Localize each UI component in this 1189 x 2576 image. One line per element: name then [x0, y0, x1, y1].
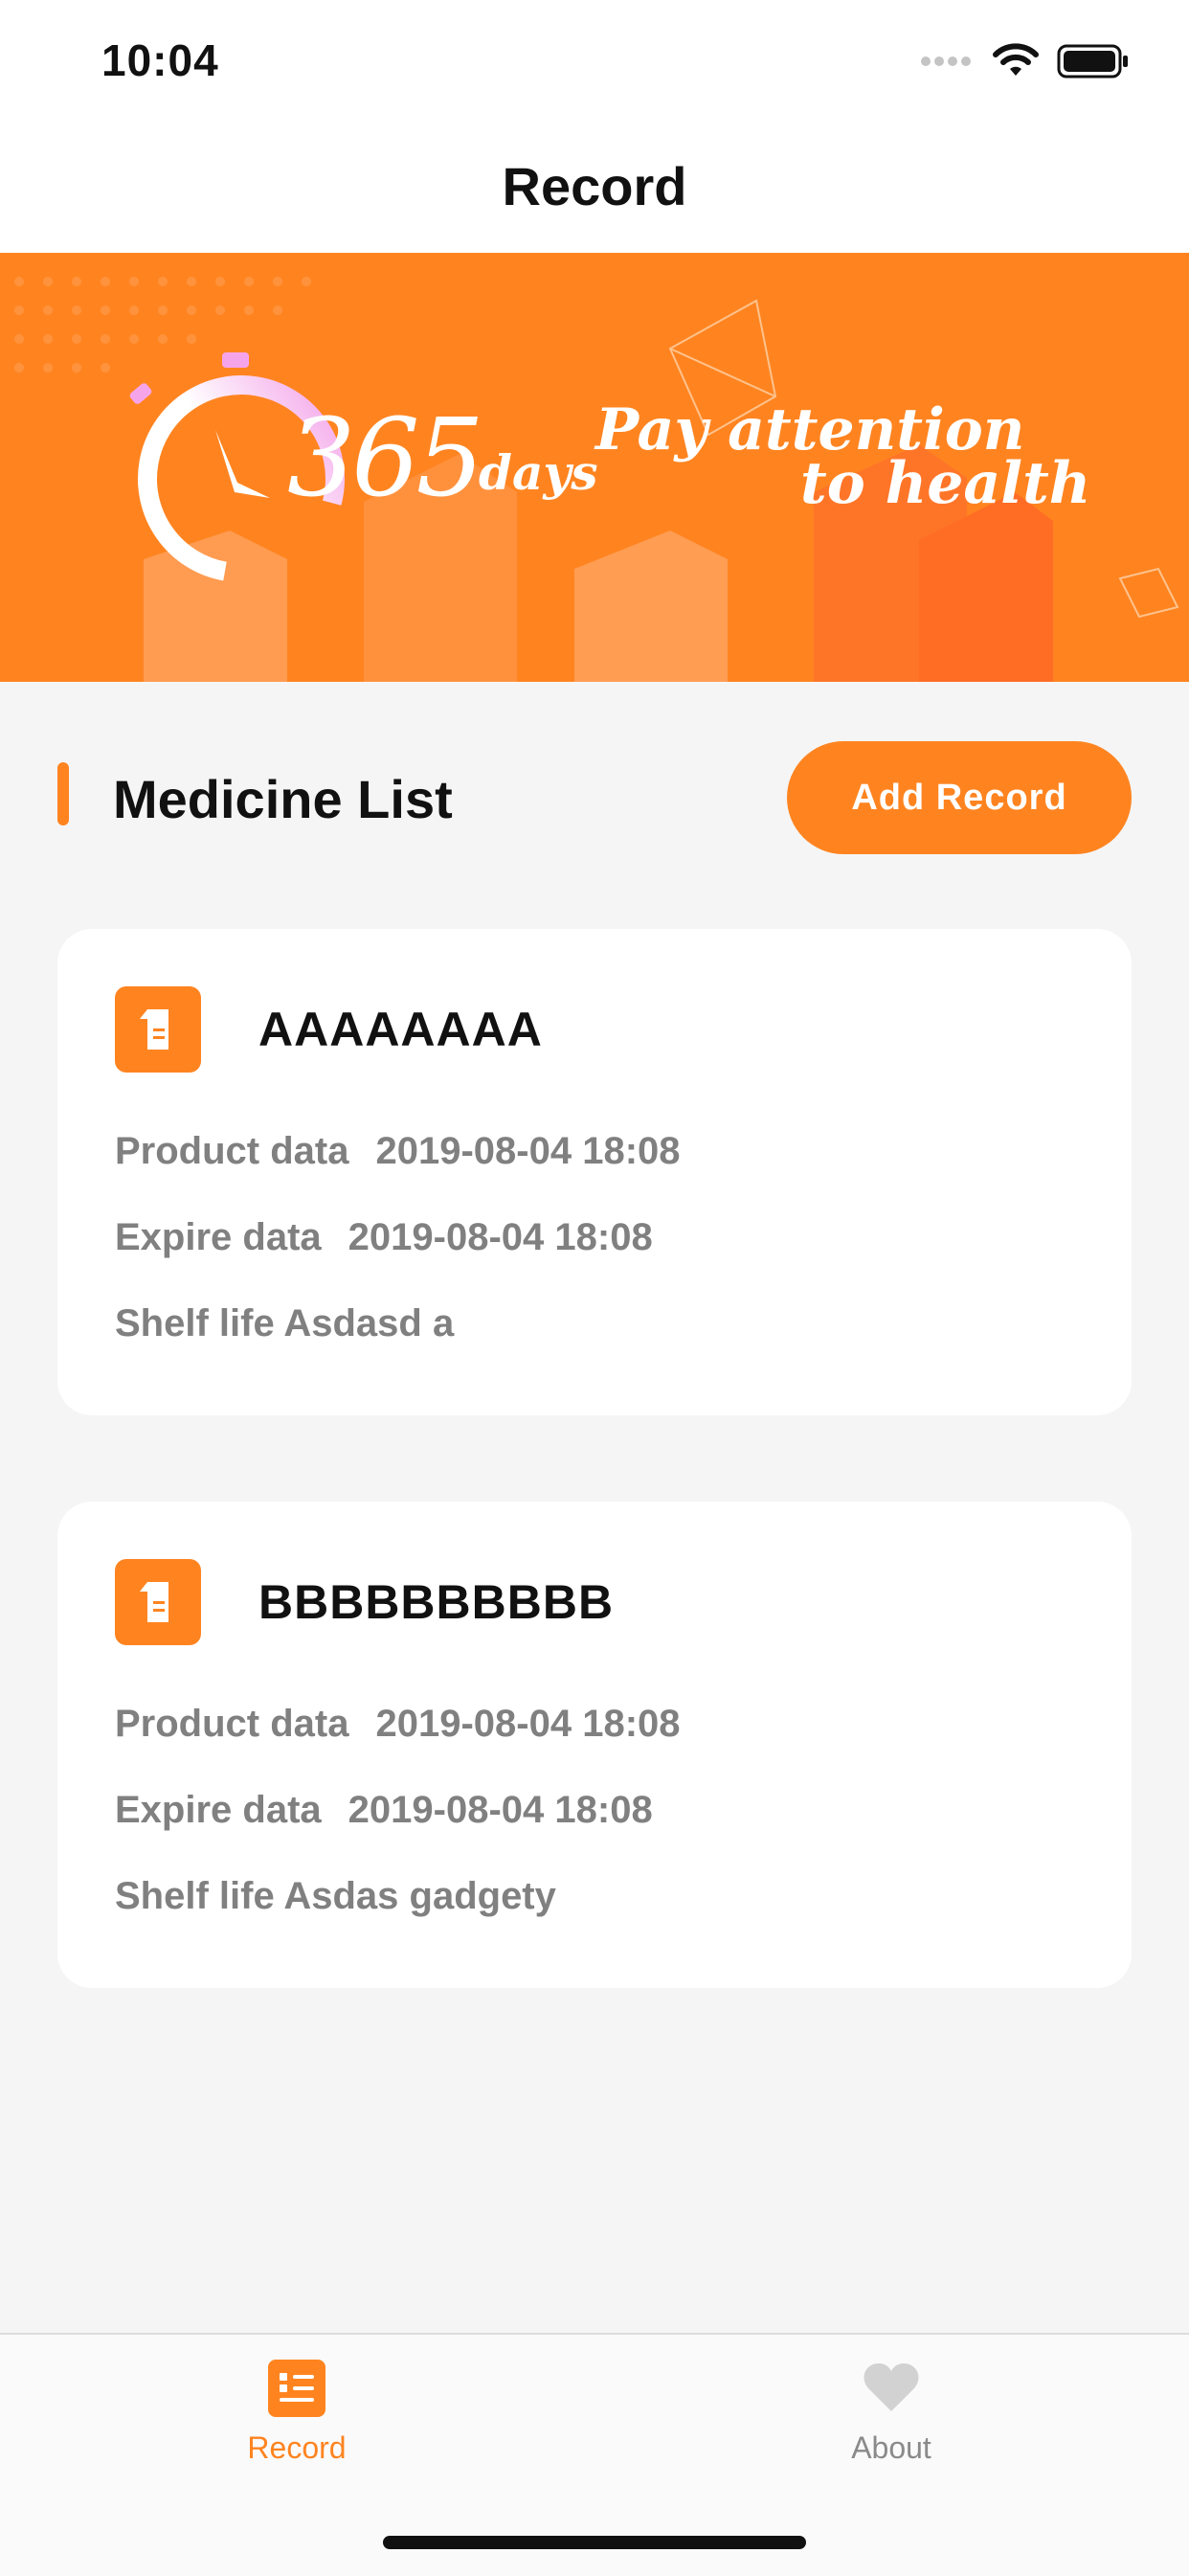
- shelf-life-label: Shelf life: [115, 1302, 275, 1344]
- expire-date-label: Expire data: [115, 1789, 322, 1831]
- shelf-life-label: Shelf life: [115, 1875, 275, 1917]
- product-date-row: Product data 2019-08-04 18:08: [115, 1130, 681, 1173]
- shelf-life-row: Shelf life Asdasd a: [115, 1302, 454, 1345]
- document-icon: [115, 1559, 201, 1645]
- banner-days-label: days: [479, 444, 598, 501]
- promo-banner: 365 days Pay attention to health: [0, 253, 1189, 682]
- status-time: 10:04: [101, 35, 219, 85]
- shelf-life-row: Shelf life Asdas gadgety: [115, 1875, 556, 1918]
- section-title: Medicine List: [113, 769, 453, 829]
- add-record-button[interactable]: Add Record: [787, 741, 1132, 854]
- battery-icon: [1057, 44, 1128, 79]
- product-date-row: Product data 2019-08-04 18:08: [115, 1703, 681, 1746]
- expire-date-row: Expire data 2019-08-04 18:08: [115, 1216, 653, 1259]
- medicine-name: BBBBBBBBBB: [258, 1575, 615, 1629]
- document-icon: [115, 986, 201, 1073]
- wifi-icon: [993, 43, 1039, 76]
- section-accent-bar: [57, 762, 69, 825]
- medicine-card[interactable]: AAAAAAAA Product data 2019-08-04 18:08 Ex…: [57, 929, 1132, 1415]
- navigation-bar: Record: [0, 126, 1189, 253]
- home-indicator[interactable]: [383, 2536, 806, 2549]
- list-icon: [268, 2360, 325, 2417]
- expire-date-label: Expire data: [115, 1216, 322, 1258]
- product-date-value: 2019-08-04 18:08: [375, 1130, 681, 1172]
- banner-365-number: 365: [287, 396, 484, 521]
- expire-date-row: Expire data 2019-08-04 18:08: [115, 1789, 653, 1832]
- shelf-life-value: Asdas gadgety: [283, 1875, 556, 1917]
- tab-about[interactable]: About: [748, 2358, 1035, 2466]
- status-icons: [919, 42, 1130, 80]
- banner-slogan-line2: to health: [800, 450, 1091, 517]
- tab-record-label: Record: [247, 2430, 347, 2465]
- product-date-label: Product data: [115, 1703, 349, 1745]
- medicine-card[interactable]: BBBBBBBBBB Product data 2019-08-04 18:08 …: [57, 1502, 1132, 1988]
- shelf-life-value: Asdasd a: [283, 1302, 455, 1344]
- expire-date-value: 2019-08-04 18:08: [348, 1789, 653, 1831]
- product-date-label: Product data: [115, 1130, 349, 1172]
- heart-icon: [864, 2363, 919, 2411]
- expire-date-value: 2019-08-04 18:08: [348, 1216, 653, 1258]
- signal-icon: [921, 56, 971, 66]
- tab-about-label: About: [851, 2430, 931, 2465]
- tab-record[interactable]: Record: [153, 2358, 440, 2466]
- status-bar: 10:04: [0, 0, 1189, 126]
- medicine-name: AAAAAAAA: [258, 1003, 543, 1056]
- page-title: Record: [502, 156, 687, 216]
- product-date-value: 2019-08-04 18:08: [375, 1703, 681, 1745]
